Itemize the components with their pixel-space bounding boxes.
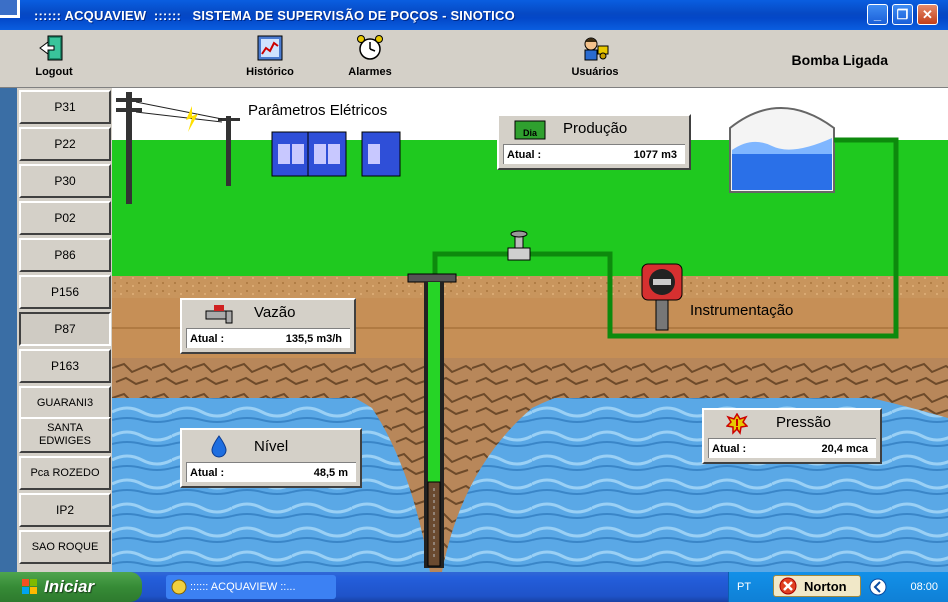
pump-status: Bomba Ligada bbox=[791, 52, 888, 68]
alarmes-button[interactable]: Alarmes bbox=[345, 34, 395, 78]
users-icon bbox=[584, 37, 609, 61]
pressao-title: Pressão bbox=[776, 414, 832, 431]
minimize-button[interactable]: _ bbox=[867, 4, 888, 25]
screen: :::::: ACQUAVIEW :::::: SISTEMA DE SUPER… bbox=[0, 0, 948, 602]
vazao-value: 135,5 m3/h bbox=[285, 333, 342, 345]
pressao-reading: Atual : 20,4 mca bbox=[708, 438, 876, 458]
electrical-panels-icon bbox=[271, 131, 401, 177]
producao-title: Produção bbox=[563, 120, 628, 137]
windows-flag-icon bbox=[22, 579, 37, 594]
well-button-p31[interactable]: P31 bbox=[19, 90, 111, 124]
well-button-p22[interactable]: P22 bbox=[19, 127, 111, 161]
app-task-icon bbox=[171, 579, 187, 595]
pressao-value: 20,4 mca bbox=[821, 443, 868, 455]
system-tray: PT Norton 08:00 bbox=[728, 572, 948, 602]
well-button-p86[interactable]: P86 bbox=[19, 238, 111, 272]
vazao-panel[interactable]: Vazão Atual : 135,5 m3/h bbox=[180, 298, 356, 354]
alarmes-label: Alarmes bbox=[348, 66, 392, 78]
well-button-p02[interactable]: P02 bbox=[19, 201, 111, 235]
wellhead bbox=[407, 273, 457, 283]
water-drop-icon bbox=[211, 435, 227, 458]
nivel-label: Atual : bbox=[190, 467, 225, 479]
producao-value: 1077 m3 bbox=[633, 149, 677, 161]
historico-label: Histórico bbox=[246, 66, 294, 78]
parametros-eletricos-label[interactable]: Parâmetros Elétricos bbox=[248, 102, 387, 119]
producao-reading: Atual : 1077 m3 bbox=[503, 144, 685, 164]
taskbar: Iniciar :::::: ACQUAVIEW ::... PT Norton… bbox=[0, 572, 948, 602]
producao-badge: Dia bbox=[523, 128, 538, 138]
norton-tray-button[interactable]: Norton bbox=[773, 575, 861, 597]
reservoir-tank bbox=[729, 107, 835, 193]
well-button-sao-roque[interactable]: SAO ROQUE bbox=[19, 530, 111, 564]
nivel-reading: Atual : 48,5 m bbox=[186, 462, 356, 482]
tray-expand-icon[interactable] bbox=[869, 578, 887, 596]
historico-button[interactable]: Histórico bbox=[241, 34, 299, 78]
daily-production-icon: Dia bbox=[514, 120, 546, 140]
start-button[interactable]: Iniciar bbox=[0, 572, 142, 602]
well-diagram: Parâmetros Elétricos Instrumentação Dia … bbox=[112, 88, 948, 572]
start-label: Iniciar bbox=[44, 577, 95, 596]
language-indicator[interactable]: PT bbox=[737, 581, 751, 593]
window-title-bar[interactable]: :::::: ACQUAVIEW :::::: SISTEMA DE SUPER… bbox=[0, 0, 948, 30]
well-list: P31 P22 P30 P02 P86 P156 P87 P163 GUARAN… bbox=[17, 88, 112, 572]
logout-icon bbox=[39, 35, 63, 61]
alarm-clock-icon bbox=[357, 35, 383, 60]
nivel-title: Nível bbox=[254, 438, 289, 455]
instrumentacao-label[interactable]: Instrumentação bbox=[690, 302, 793, 319]
close-button[interactable]: ✕ bbox=[917, 4, 938, 25]
well-button-p30[interactable]: P30 bbox=[19, 164, 111, 198]
history-chart-icon bbox=[257, 35, 283, 61]
norton-icon bbox=[779, 577, 797, 595]
norton-label: Norton bbox=[804, 579, 847, 594]
toolbar: Logout Histórico Alarmes Usuários Bomba … bbox=[0, 30, 948, 88]
taskbar-item-acquaview[interactable]: :::::: ACQUAVIEW ::... bbox=[166, 575, 336, 599]
maximize-button[interactable]: ❐ bbox=[892, 4, 913, 25]
well-button-p87[interactable]: P87 bbox=[19, 312, 111, 346]
logout-button[interactable]: Logout bbox=[34, 34, 74, 78]
producao-panel[interactable]: Dia Produção Atual : 1077 m3 bbox=[497, 114, 691, 170]
window-title: :::::: ACQUAVIEW :::::: SISTEMA DE SUPER… bbox=[34, 8, 515, 23]
pressure-alert-icon bbox=[726, 413, 748, 435]
well-button-p163[interactable]: P163 bbox=[19, 349, 111, 383]
riser-pipe bbox=[428, 282, 440, 482]
nivel-panel[interactable]: Nível Atual : 48,5 m bbox=[180, 428, 362, 488]
app-icon bbox=[0, 0, 20, 18]
well-button-ip2[interactable]: IP2 bbox=[19, 493, 111, 527]
producao-label: Atual : bbox=[507, 149, 542, 161]
pressao-label: Atual : bbox=[712, 443, 747, 455]
well-button-p156[interactable]: P156 bbox=[19, 275, 111, 309]
faucet-icon bbox=[205, 305, 233, 324]
well-button-pca-rozedo[interactable]: Pca ROZEDO bbox=[19, 456, 111, 490]
vazao-reading: Atual : 135,5 m3/h bbox=[186, 328, 350, 348]
usuarios-label: Usuários bbox=[571, 66, 619, 78]
clock: 08:00 bbox=[910, 581, 938, 593]
taskbar-item-label: :::::: ACQUAVIEW ::... bbox=[190, 581, 296, 593]
nivel-value: 48,5 m bbox=[313, 467, 348, 479]
well-button-santa-edwiges[interactable]: SANTA EDWIGES bbox=[19, 417, 111, 453]
logout-label: Logout bbox=[35, 66, 73, 78]
well-button-guarani3[interactable]: GUARANI3 bbox=[19, 386, 111, 420]
vazao-label: Atual : bbox=[190, 333, 225, 345]
pressao-panel[interactable]: Pressão Atual : 20,4 mca bbox=[702, 408, 882, 464]
vazao-title: Vazão bbox=[254, 304, 296, 321]
usuarios-button[interactable]: Usuários bbox=[570, 34, 620, 78]
